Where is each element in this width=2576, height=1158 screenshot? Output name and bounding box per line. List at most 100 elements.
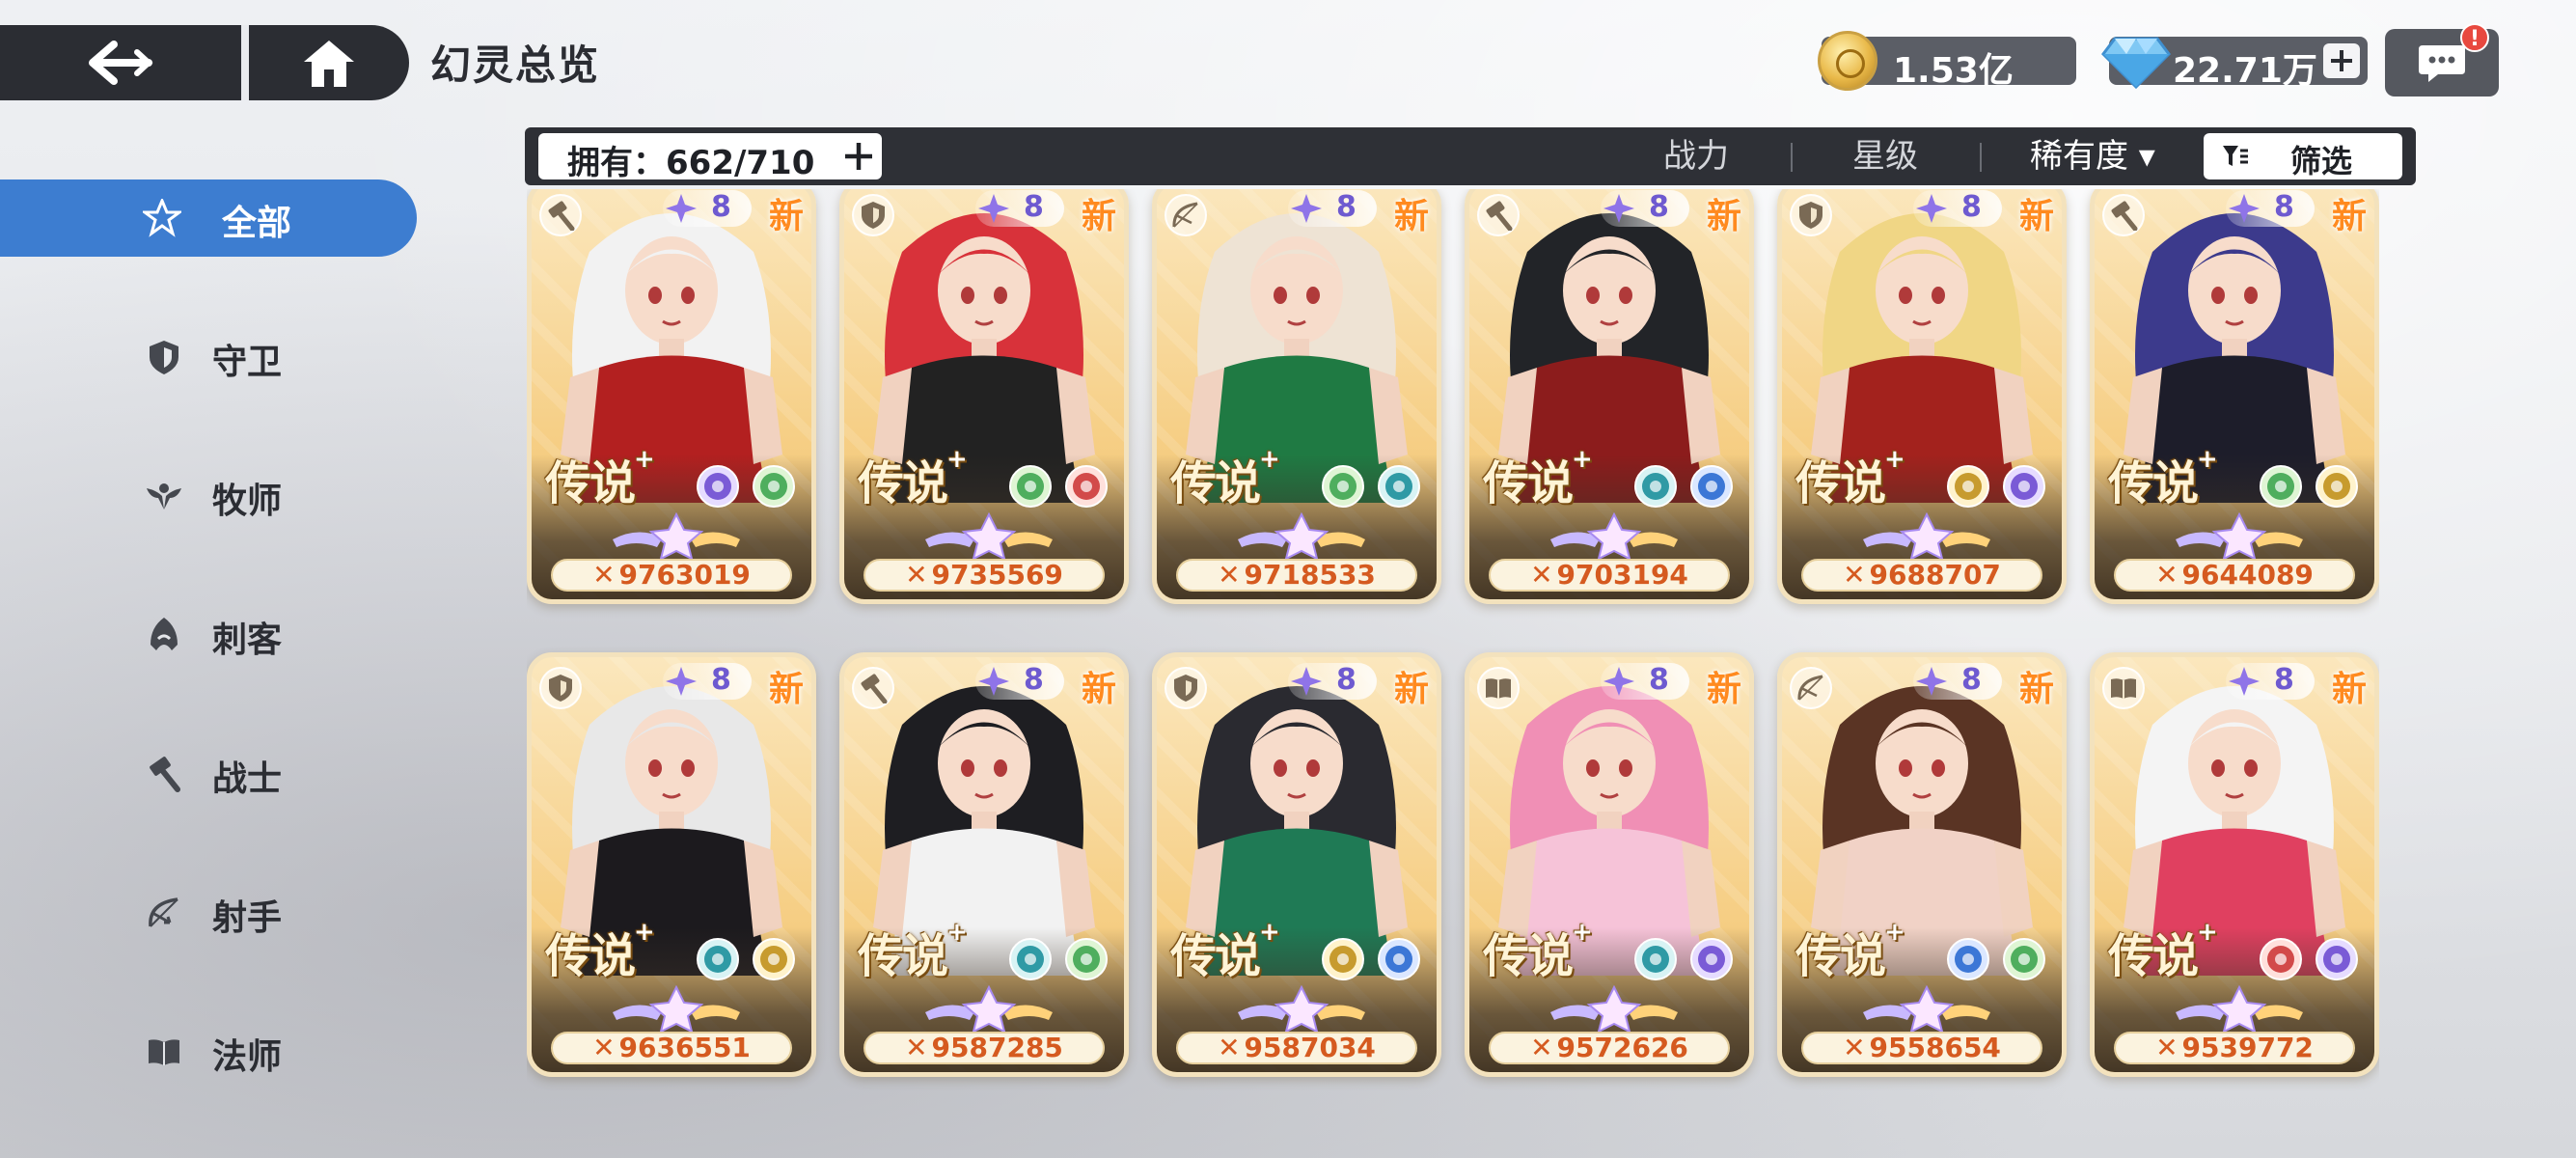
star-rank-emblem xyxy=(2176,985,2303,1034)
bow-icon xyxy=(149,897,178,927)
star-rank-emblem xyxy=(613,985,740,1034)
crossed-swords-icon: ✕ xyxy=(592,1032,616,1063)
filter-button[interactable]: 筛选 xyxy=(2204,133,2402,179)
level-gem-icon xyxy=(1291,194,1322,223)
star-rank-emblem xyxy=(2176,512,2303,561)
level-gem-icon xyxy=(1916,194,1947,223)
element-red-icon xyxy=(1065,465,1108,508)
rarity-text: 传说 xyxy=(1483,456,1574,510)
level-badge: 8 xyxy=(663,663,752,700)
rarity-label: 传说+ xyxy=(1170,918,1280,983)
level-gem-icon xyxy=(1603,194,1634,223)
new-tag: 新 xyxy=(768,197,804,236)
sort-divider xyxy=(1791,143,1793,172)
hero-level: 8 xyxy=(1649,663,1669,697)
rarity-text: 传说 xyxy=(545,456,636,510)
level-gem-icon xyxy=(2229,667,2260,696)
sidebar-item-all[interactable]: 全部 xyxy=(0,179,417,257)
rarity-label: 传说+ xyxy=(1483,918,1593,983)
hero-card[interactable]: 8 新 传说+ ✕ 9718533 xyxy=(1152,189,1441,604)
home-icon xyxy=(304,41,354,87)
level-gem-icon xyxy=(666,667,697,696)
rarity-text: 传说 xyxy=(1795,929,1886,983)
level-badge: 8 xyxy=(1601,190,1689,227)
sidebar-item-label: 守卫 xyxy=(212,343,283,382)
sort-by-star[interactable]: 星级 xyxy=(1852,135,1918,178)
sidebar-item-label: 全部 xyxy=(222,204,292,243)
gem-currency[interactable]: 22.71万 xyxy=(2101,37,2368,91)
level-badge: 8 xyxy=(663,190,752,227)
combat-power: ✕ 9636551 xyxy=(551,1032,792,1064)
sidebar-item-archer[interactable]: 射手 xyxy=(0,874,417,951)
sort-by-power[interactable]: 战力 xyxy=(1663,135,1729,178)
sidebar-item-priest[interactable]: 牧师 xyxy=(0,457,417,535)
rarity-label: 传说+ xyxy=(545,918,655,983)
combat-power: ✕ 9587034 xyxy=(1176,1032,1417,1064)
hero-card[interactable]: 8 新 传说+ ✕ 9644089 xyxy=(2090,189,2379,604)
sidebar-item-label: 刺客 xyxy=(212,620,283,660)
crossed-swords-icon: ✕ xyxy=(1843,559,1866,591)
combat-power-value: 9558654 xyxy=(1869,1032,2001,1063)
crossed-swords-icon: ✕ xyxy=(905,1032,928,1063)
combat-power-value: 9644089 xyxy=(2181,559,2314,591)
element-teal-icon xyxy=(1378,465,1420,508)
hero-card[interactable]: 8 新 传说+ ✕ 9558654 xyxy=(1777,652,2067,1077)
hero-card[interactable]: 8 新 传说+ ✕ 9688707 xyxy=(1777,189,2067,604)
sidebar-item-assassin[interactable]: 刺客 xyxy=(0,596,417,674)
hero-card[interactable]: 8 新 传说+ ✕ 9587034 xyxy=(1152,652,1441,1077)
rarity-text: 传说 xyxy=(1483,929,1574,983)
element-teal-icon xyxy=(1009,938,1052,980)
hero-card[interactable]: 8 新 传说+ ✕ 9763019 xyxy=(527,189,816,604)
gold-currency[interactable]: 1.53亿 xyxy=(1818,31,2076,91)
sidebar-item-warrior[interactable]: 战士 xyxy=(0,735,417,813)
hero-card[interactable]: 8 新 传说+ ✕ 9703194 xyxy=(1465,189,1754,604)
hero-card[interactable]: 8 新 传说+ ✕ 9539772 xyxy=(2090,652,2379,1077)
hero-card[interactable]: 8 新 传说+ ✕ 9636551 xyxy=(527,652,816,1077)
sidebar-item-mage[interactable]: 法师 xyxy=(0,1013,417,1090)
combat-power: ✕ 9718533 xyxy=(1176,559,1417,592)
rarity-label: 传说+ xyxy=(858,445,968,510)
element-gold-icon xyxy=(753,938,795,980)
combat-power-value: 9703194 xyxy=(1556,559,1688,591)
hero-level: 8 xyxy=(711,190,731,224)
bow-icon xyxy=(1165,194,1207,236)
rarity-label: 传说+ xyxy=(1795,918,1905,983)
combat-power-value: 9718533 xyxy=(1244,559,1376,591)
element-purple-icon xyxy=(2316,938,2358,980)
level-badge: 8 xyxy=(2226,663,2315,700)
hero-level: 8 xyxy=(1649,190,1669,224)
expand-plus-icon[interactable] xyxy=(841,139,876,174)
notification-badge: ! xyxy=(2460,23,2489,52)
chat-button[interactable]: ! xyxy=(2385,23,2499,96)
element-purple-icon xyxy=(2003,465,2045,508)
sort-by-rarity[interactable]: 稀有度 ▾ xyxy=(2030,135,2155,178)
shield-icon xyxy=(150,341,178,374)
add-gems-button[interactable] xyxy=(2323,43,2360,78)
diamond-icon xyxy=(2101,37,2171,90)
hammer-icon xyxy=(1477,194,1520,236)
combat-power-value: 9735569 xyxy=(931,559,1063,591)
hammer-icon xyxy=(852,667,894,709)
owned-count-box[interactable]: 拥有：662/710 xyxy=(538,133,882,182)
home-button[interactable] xyxy=(249,25,409,100)
star-rank-emblem xyxy=(1863,512,1990,561)
hero-card[interactable]: 8 新 传说+ ✕ 9735569 xyxy=(839,189,1129,604)
rarity-label: 传说+ xyxy=(2108,918,2218,983)
hero-card[interactable]: 8 新 传说+ ✕ 9587285 xyxy=(839,652,1129,1077)
hero-level: 8 xyxy=(711,663,731,697)
star-rank-emblem xyxy=(925,985,1053,1034)
combat-power: ✕ 9558654 xyxy=(1801,1032,2042,1064)
level-badge: 8 xyxy=(1288,663,1377,700)
element-green-icon xyxy=(2003,938,2045,980)
combat-power: ✕ 9688707 xyxy=(1801,559,2042,592)
sidebar-item-guard[interactable]: 守卫 xyxy=(0,318,417,396)
back-button[interactable] xyxy=(0,25,241,100)
rarity-label: 传说+ xyxy=(545,445,655,510)
shield-icon xyxy=(539,667,582,709)
combat-power: ✕ 9763019 xyxy=(551,559,792,592)
crossed-swords-icon: ✕ xyxy=(2155,559,2179,591)
gold-coin-icon xyxy=(1818,31,1877,91)
hero-card[interactable]: 8 新 传说+ ✕ 9572626 xyxy=(1465,652,1754,1077)
combat-power-value: 9587034 xyxy=(1244,1032,1376,1063)
star-rank-emblem xyxy=(1550,985,1678,1034)
